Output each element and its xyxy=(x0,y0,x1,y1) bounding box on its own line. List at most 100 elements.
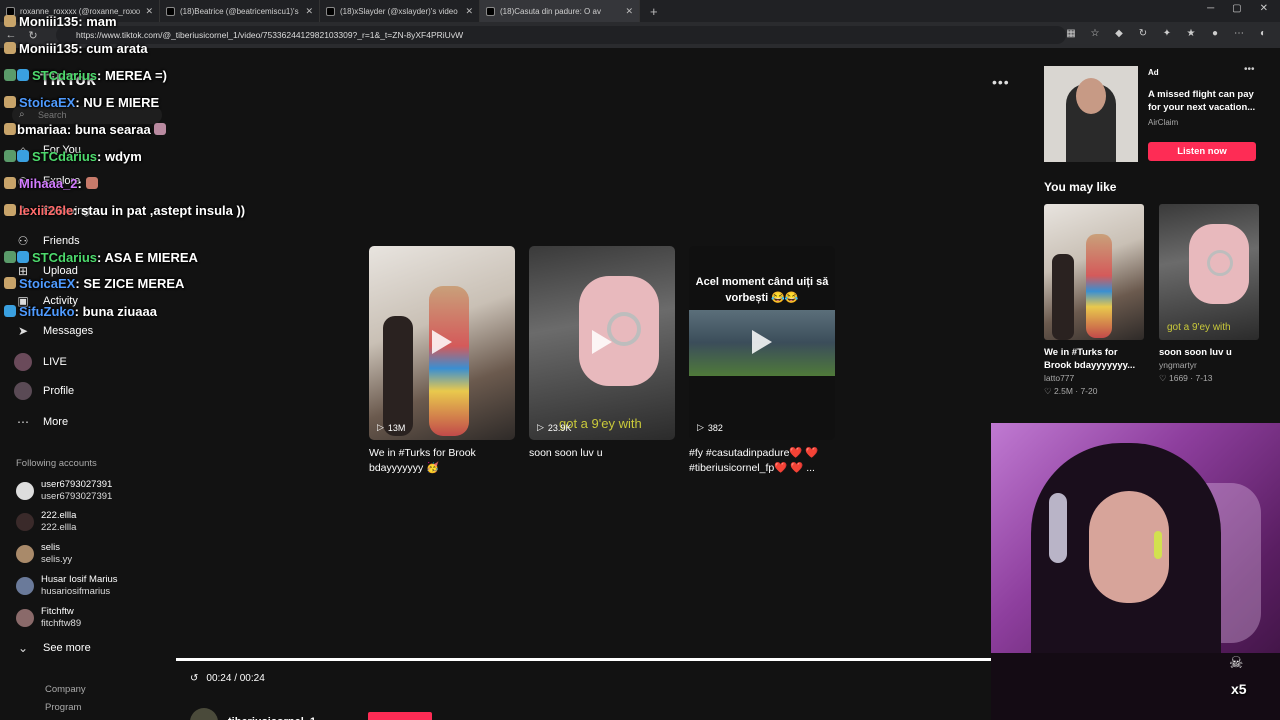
following-account[interactable]: Fitchftw fitchftw89 xyxy=(16,606,81,630)
account-handle: 222.ellla xyxy=(41,522,77,533)
profile-avatar-icon[interactable]: ● xyxy=(1208,28,1222,39)
nav-live[interactable]: LIVE xyxy=(14,352,67,372)
you-may-like-heading: You may like xyxy=(1044,180,1117,194)
following-account[interactable]: Husar Iosif Marius husariosifmarius xyxy=(16,574,118,598)
nav-more[interactable]: ⋯ More xyxy=(14,412,68,432)
search-placeholder: Search xyxy=(38,110,67,120)
chat-user: STCdarius xyxy=(32,149,98,164)
close-window-icon[interactable]: ✕ xyxy=(1260,3,1268,14)
chat-message: Moniii135: mam xyxy=(4,14,117,29)
account-handle: husariosifmarius xyxy=(41,586,111,597)
video-card[interactable]: Acel moment când uiți să vorbești 😂😂 ▷ 3… xyxy=(689,246,835,476)
following-account[interactable]: selis selis.yy xyxy=(16,542,72,566)
footer-company-link[interactable]: Company xyxy=(45,684,86,695)
following-account[interactable]: 222.ellla 222.ellla xyxy=(16,510,76,534)
video-card[interactable]: got a 9'ey with ▷ 23.9K soon soon luv u xyxy=(529,246,675,461)
account-handle: selis.yy xyxy=(41,554,73,565)
view-count: ▷ 13M xyxy=(377,422,405,433)
play-icon xyxy=(432,330,452,354)
close-tab-icon[interactable]: ✕ xyxy=(465,6,473,17)
nav-messages[interactable]: ➤ Messages xyxy=(14,321,93,341)
chat-badge-icon xyxy=(4,15,16,27)
play-count-icon: ▷ xyxy=(377,422,384,432)
avatar xyxy=(16,482,34,500)
emote-icon xyxy=(154,123,167,135)
chat-text: NU E MIERE xyxy=(83,95,160,110)
alert-counter: x5 xyxy=(1231,681,1247,697)
nav-friends[interactable]: ⚇ Friends xyxy=(14,231,80,251)
play-count-icon: ▷ xyxy=(537,422,544,432)
nav-profile[interactable]: Profile xyxy=(14,381,74,401)
chat-user: STCdarius xyxy=(32,250,98,265)
extension-icon[interactable]: ◆ xyxy=(1112,28,1126,39)
play-icon xyxy=(752,330,772,354)
ad-menu-icon[interactable]: ••• xyxy=(1244,64,1255,75)
tiktok-favicon-icon xyxy=(486,6,495,16)
video-card[interactable]: ▷ 13M We in #Turks for Brook bdayyyyyyy … xyxy=(369,246,515,476)
chat-text: cum arata xyxy=(86,41,148,56)
close-tab-icon[interactable]: ✕ xyxy=(625,6,633,17)
chat-user: StoicaEX xyxy=(19,276,76,291)
browser-tab[interactable]: (18)xSlayder (@xslayder)'s video ✕ xyxy=(320,0,480,22)
bookmark-star-icon[interactable]: ☆ xyxy=(1088,28,1102,39)
browser-tab[interactable]: (18)Beatrice (@beatricemiscu1)'s ✕ xyxy=(160,0,320,22)
apps-icon[interactable]: ▦ xyxy=(1064,28,1078,39)
recommended-thumbnail[interactable] xyxy=(1044,204,1144,340)
recommended-stats: ♡ 1669 · 7-13 xyxy=(1159,373,1259,384)
thumbnail-overlay-text: got a 9'ey with xyxy=(1167,322,1231,333)
url-field[interactable]: https://www.tiktok.com/@_tiberiusicornel… xyxy=(56,26,1066,44)
nav-label: Friends xyxy=(43,235,80,247)
video-thumbnail[interactable]: ▷ 13M xyxy=(369,246,515,440)
reload-icon[interactable]: ↻ xyxy=(22,29,44,42)
stats-value: 2.5M · 7-20 xyxy=(1054,386,1098,396)
browser-tab-bar: roxanne_roxxxx (@roxanne_roxxx ✕ (18)Bea… xyxy=(0,0,1280,22)
friends-icon: ⚇ xyxy=(17,234,29,248)
chat-badge-icon xyxy=(4,251,16,263)
recommended-video[interactable]: got a 9'ey with soon soon luv u yngmarty… xyxy=(1159,204,1259,384)
puzzle-icon[interactable]: ✦ xyxy=(1160,28,1174,39)
chat-user: STCdarius xyxy=(32,68,98,83)
video-progress-bar[interactable] xyxy=(176,658,991,661)
streamer-webcam: ☠ x5 xyxy=(991,423,1280,720)
close-tab-icon[interactable]: ✕ xyxy=(145,6,153,17)
video-thumbnail[interactable]: got a 9'ey with ▷ 23.9K xyxy=(529,246,675,440)
back-icon[interactable]: ← xyxy=(0,29,22,41)
recommended-video[interactable]: We in #Turks for Brook bdayyyyyyy... lat… xyxy=(1044,204,1144,397)
video-caption: soon soon luv u xyxy=(529,447,603,459)
copilot-icon[interactable]: ◐ xyxy=(1256,28,1270,39)
chat-badge-icon xyxy=(4,177,16,189)
minimize-icon[interactable]: ─ xyxy=(1207,3,1214,14)
more-options-icon[interactable]: ••• xyxy=(992,74,1010,90)
replay-icon[interactable]: ↺ xyxy=(190,673,198,684)
chat-text: SE ZICE MEREA xyxy=(83,276,185,291)
new-tab-button[interactable]: + xyxy=(650,4,658,19)
account-handle: user6793027391 xyxy=(41,491,113,502)
maximize-icon[interactable]: ▢ xyxy=(1232,3,1241,14)
chat-user: Mihaaa_2 xyxy=(19,176,78,191)
refresh-icon[interactable]: ↻ xyxy=(1136,28,1150,39)
chat-badge-icon xyxy=(4,204,16,216)
see-more-button[interactable]: ⌄ See more xyxy=(14,638,91,658)
close-tab-icon[interactable]: ✕ xyxy=(305,6,313,17)
play-icon xyxy=(592,330,612,354)
follow-button[interactable] xyxy=(368,712,432,720)
recommended-thumbnail[interactable]: got a 9'ey with xyxy=(1159,204,1259,340)
following-account[interactable]: user6793027391 user6793027391 xyxy=(16,479,112,503)
video-thumbnail[interactable]: Acel moment când uiți să vorbești 😂😂 ▷ 3… xyxy=(689,246,835,440)
extensions: ▦ ☆ ◆ ↻ ✦ ★ ● ⋯ ◐ xyxy=(1064,28,1270,39)
chat-message: STCdarius: MEREA =) xyxy=(4,68,167,83)
emote-icon xyxy=(85,177,98,189)
chat-text: stau in pat ,astept insula )) xyxy=(81,203,246,218)
browser-tab-active[interactable]: (18)Casuta din padure: O av ✕ xyxy=(480,0,640,22)
favorites-icon[interactable]: ★ xyxy=(1184,28,1198,39)
screen: roxanne_roxxxx (@roxanne_roxxx ✕ (18)Bea… xyxy=(0,0,1280,720)
footer-program-link[interactable]: Program xyxy=(45,702,81,713)
thumbnail-ring xyxy=(607,312,641,346)
listen-now-button[interactable]: Listen now xyxy=(1148,142,1256,161)
chat-text: MEREA =) xyxy=(104,68,167,83)
menu-dots-icon[interactable]: ⋯ xyxy=(1232,28,1246,39)
heart-icon: ♡ xyxy=(1044,386,1052,396)
headphone-light xyxy=(1154,531,1162,559)
video-author[interactable]: tiberiusicornel_1 xyxy=(190,708,316,720)
chat-message: lexiii26le: stau in pat ,astept insula )… xyxy=(4,203,281,218)
